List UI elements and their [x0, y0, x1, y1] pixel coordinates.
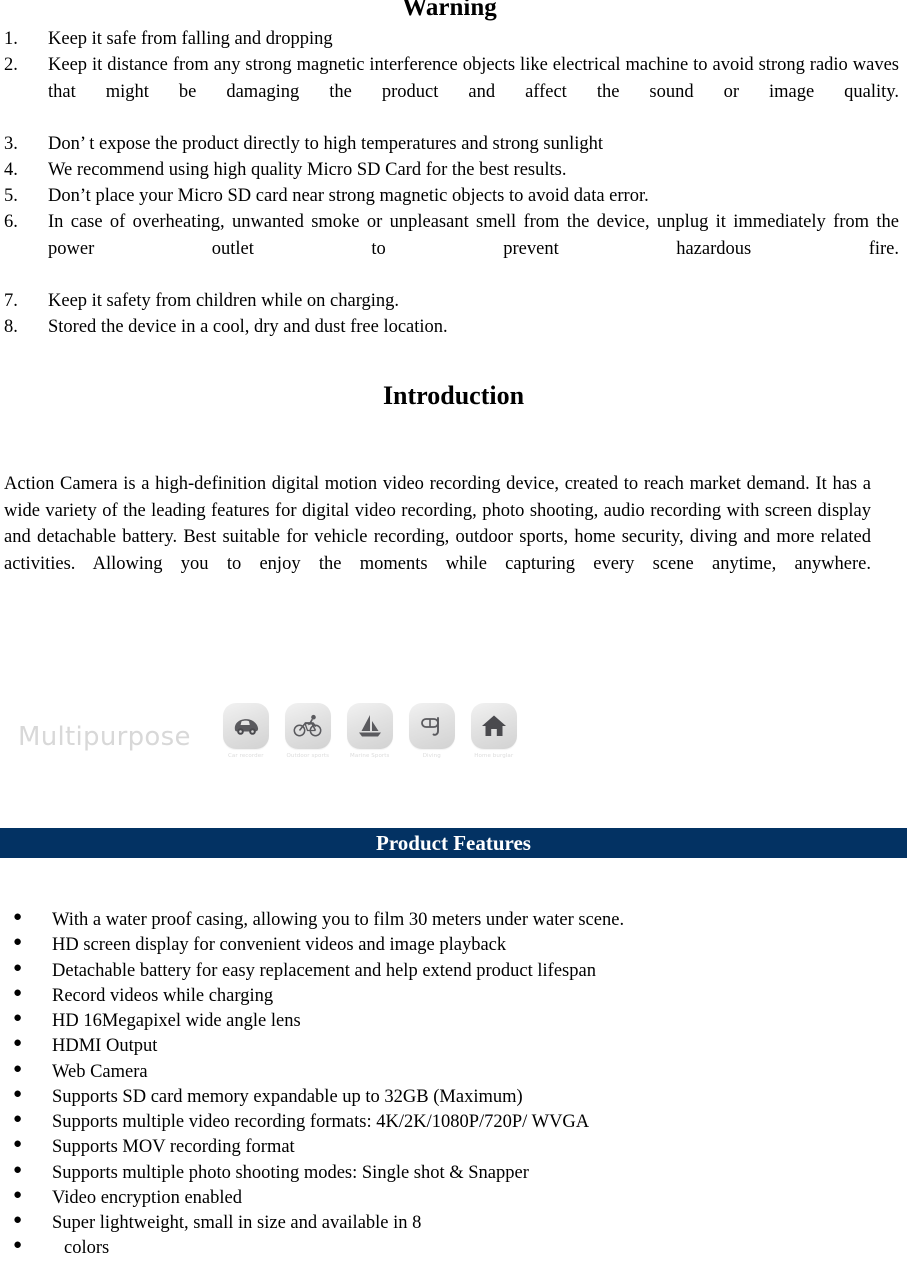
icon-caption: Home burglar	[474, 753, 514, 759]
introduction-heading: Introduction	[382, 381, 525, 410]
bullet-icon: ●	[13, 1060, 23, 1077]
list-text: We recommend using high quality Micro SD…	[48, 160, 567, 181]
icon-tile	[346, 703, 393, 749]
warning-list: 1. Keep it safe from falling and droppin…	[0, 26, 899, 340]
multipurpose-item-diving: Diving	[401, 703, 463, 759]
bicycle-icon	[293, 714, 323, 738]
icon-tile	[408, 703, 455, 749]
feature-list-item: ● HD screen display for convenient video…	[0, 933, 907, 958]
multipurpose-item-home-burglar: Home burglar	[463, 703, 525, 759]
list-text: Keep it safety from children while on ch…	[48, 290, 400, 311]
list-text: In case of overheating, unwanted smoke o…	[48, 212, 899, 259]
bullet-icon: ●	[13, 1085, 23, 1102]
bullet-icon: ●	[13, 934, 23, 951]
bullet-icon: ●	[13, 1010, 23, 1026]
warning-list-item: 6. In case of overheating, unwanted smok…	[0, 209, 899, 288]
feature-list-item: ● With a water proof casing, allowing yo…	[0, 908, 907, 933]
feature-list-item: ● colors	[0, 1236, 907, 1261]
bullet-icon: ●	[13, 1136, 23, 1153]
feature-list-item: ● Super lightweight, small in size and a…	[0, 1211, 907, 1236]
feature-list-item: ● Web Camera	[0, 1060, 907, 1085]
feature-list-item: ● Supports SD card memory expandable up …	[0, 1085, 907, 1110]
list-text: Keep it safe from falling and dropping	[48, 29, 333, 50]
feature-text: Record videos while charging	[52, 985, 274, 1006]
sailboat-icon	[357, 713, 383, 739]
bullet-icon: ●	[13, 1212, 23, 1228]
multipurpose-item-marine-sports: Marine Sports	[339, 703, 401, 759]
warning-heading: Warning	[402, 0, 497, 21]
feature-text: HDMI Output	[52, 1036, 158, 1057]
multipurpose-label: Multipurpose	[18, 722, 191, 752]
bullet-icon: ●	[13, 1161, 23, 1178]
bullet-icon: ●	[13, 959, 23, 976]
list-text: Don’ t expose the product directly to hi…	[48, 133, 604, 154]
feature-text: Super lightweight, small in size and ava…	[52, 1213, 422, 1233]
warning-list-item: 7. Keep it safety from children while on…	[0, 288, 899, 314]
feature-text: Video encryption enabled	[52, 1187, 242, 1208]
list-text: Keep it distance from any strong magneti…	[48, 55, 899, 102]
feature-text: Supports multiple photo shooting modes: …	[52, 1162, 529, 1183]
multipurpose-item-outdoor-sports: Outdoor sports	[277, 703, 339, 759]
list-text: Don’t place your Micro SD card near stro…	[48, 186, 649, 207]
list-number: 1.	[4, 29, 18, 50]
icon-caption: Car recorder	[227, 753, 264, 759]
list-number: 7.	[4, 290, 18, 311]
multipurpose-item-car-recorder: Car recorder	[215, 703, 277, 759]
feature-list-item: ● Video encryption enabled	[0, 1186, 907, 1211]
feature-text: HD 16Megapixel wide angle lens	[52, 1011, 301, 1031]
bullet-icon: ●	[13, 1186, 23, 1203]
feature-list-item: ● Supports multiple video recording form…	[0, 1110, 907, 1135]
icon-tile	[470, 703, 517, 749]
bullet-icon: ●	[13, 909, 23, 925]
feature-text: Supports MOV recording format	[52, 1137, 295, 1158]
bullet-icon: ●	[13, 984, 23, 1001]
warning-list-item: 2. Keep it distance from any strong magn…	[0, 52, 899, 131]
snorkel-icon	[418, 713, 446, 739]
introduction-paragraph: Action Camera is a high-definition digit…	[4, 474, 871, 574]
product-features-list: ● With a water proof casing, allowing yo…	[0, 908, 907, 1262]
warning-list-item: 8. Stored the device in a cool, dry and …	[0, 314, 899, 340]
icon-caption: Diving	[422, 753, 441, 759]
feature-list-item: ● Supports multiple photo shooting modes…	[0, 1161, 907, 1186]
warning-list-item: 3. Don’ t expose the product directly to…	[0, 131, 899, 157]
feature-list-item: ● Supports MOV recording format	[0, 1135, 907, 1160]
feature-text: Detachable battery for easy replacement …	[52, 960, 596, 981]
feature-text: Supports multiple video recording format…	[52, 1112, 590, 1132]
list-number: 3.	[4, 133, 18, 154]
feature-list-item: ● Record videos while charging	[0, 984, 907, 1009]
icon-tile	[222, 703, 269, 749]
warning-list-item: 1. Keep it safe from falling and droppin…	[0, 26, 899, 52]
feature-text: HD screen display for convenient videos …	[52, 935, 507, 956]
list-number: 6.	[4, 212, 18, 233]
product-features-heading-bar: Product Features	[0, 828, 907, 858]
icon-caption: Outdoor sports	[286, 753, 330, 759]
warning-section: Warning 1. Keep it safe from falling and…	[0, 0, 907, 340]
warning-list-item: 4. We recommend using high quality Micro…	[0, 157, 899, 183]
car-icon	[232, 716, 260, 736]
list-number: 2.	[4, 55, 18, 76]
multipurpose-icon-row: Car recorder Outdoor sports Marine Sport…	[215, 703, 525, 759]
feature-text: Web Camera	[52, 1061, 148, 1082]
feature-text: Supports SD card memory expandable up to…	[52, 1086, 523, 1107]
icon-tile	[284, 703, 331, 749]
bullet-icon: ●	[13, 1035, 23, 1052]
house-icon	[481, 714, 507, 738]
product-features-title: Product Features	[376, 830, 531, 855]
introduction-section: Introduction Action Camera is a high-def…	[0, 382, 907, 604]
feature-text: With a water proof casing, allowing you …	[52, 910, 625, 930]
bullet-icon: ●	[13, 1111, 23, 1127]
multipurpose-banner: Multipurpose Car recorder Outdoor sports…	[0, 700, 540, 790]
feature-list-item: ● HD 16Megapixel wide angle lens	[0, 1009, 907, 1034]
list-number: 5.	[4, 186, 18, 207]
feature-list-item: ● Detachable battery for easy replacemen…	[0, 959, 907, 984]
list-number: 4.	[4, 160, 18, 181]
bullet-icon: ●	[13, 1237, 23, 1254]
warning-list-item: 5. Don’t place your Micro SD card near s…	[0, 183, 899, 209]
list-text: Stored the device in a cool, dry and dus…	[48, 317, 448, 338]
feature-text: colors	[64, 1238, 110, 1259]
list-number: 8.	[4, 317, 18, 338]
icon-caption: Marine Sports	[350, 753, 390, 759]
feature-list-item: ● HDMI Output	[0, 1034, 907, 1059]
